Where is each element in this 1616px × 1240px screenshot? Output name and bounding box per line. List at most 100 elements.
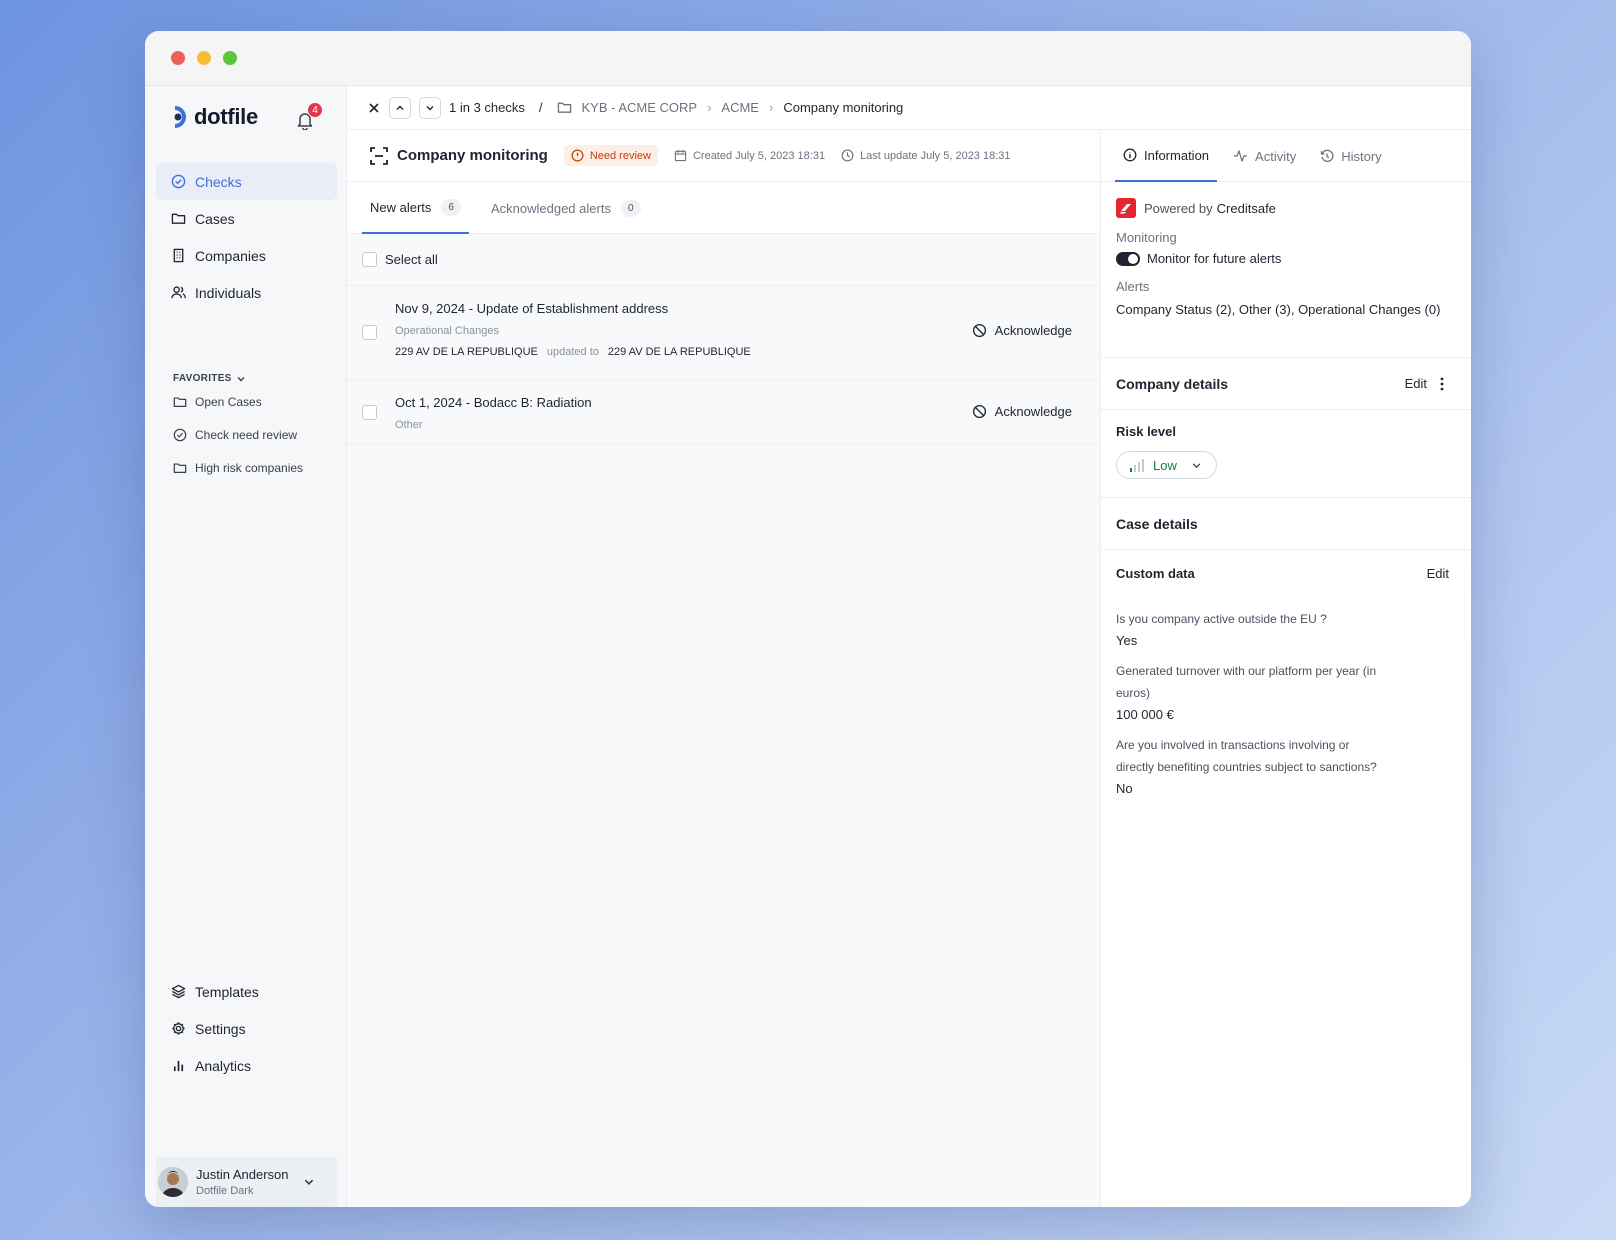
chevron-up-icon <box>396 105 404 110</box>
notifications-button[interactable]: 4 <box>295 102 323 132</box>
monitoring-label: Monitoring <box>1116 230 1177 245</box>
company-details-header: Company details Edit <box>1101 358 1471 410</box>
calendar-icon <box>674 149 687 162</box>
notification-count-badge: 4 <box>307 102 323 118</box>
favorites-toggle[interactable]: FAVORITES <box>173 373 246 384</box>
alert-checkbox[interactable] <box>362 325 377 340</box>
acknowledge-button[interactable]: Acknowledge <box>972 404 1072 419</box>
favorite-label: High risk companies <box>195 460 304 475</box>
nav-label: Settings <box>195 1020 246 1037</box>
user-menu[interactable]: Justin Anderson Dotfile Dark <box>156 1157 337 1207</box>
nav-item-analytics[interactable]: Analytics <box>156 1047 337 1084</box>
custom-data-list: Is you company active outside the EU ? Y… <box>1116 608 1406 800</box>
list-item: Nov 9, 2024 - Update of Establishment ad… <box>347 286 1100 380</box>
risk-level-select[interactable]: Low <box>1116 451 1217 479</box>
custom-data-question: Are you involved in transactions involvi… <box>1116 738 1377 774</box>
acknowledge-button[interactable]: Acknowledge <box>972 323 1072 338</box>
title-bar <box>145 31 1471 86</box>
alert-circle-icon <box>571 149 584 162</box>
maximize-window-button[interactable] <box>223 51 237 65</box>
company-details-title: Company details <box>1116 375 1229 392</box>
powered-name: Creditsafe <box>1216 200 1276 216</box>
breadcrumb-company[interactable]: ACME <box>721 100 759 115</box>
custom-data-question: Is you company active outside the EU ? <box>1116 612 1327 626</box>
favorites-title: FAVORITES <box>173 373 232 384</box>
nav-label: Cases <box>195 210 235 227</box>
risk-level-label: Risk level <box>1116 424 1176 439</box>
favorite-open-cases[interactable]: Open Cases <box>173 385 303 418</box>
close-window-button[interactable] <box>171 51 185 65</box>
case-details-header: Case details <box>1101 498 1471 550</box>
alert-change: 229 AV DE LA REPUBLIQUE updated to 229 A… <box>395 346 1100 358</box>
chevron-down-icon <box>304 1179 313 1185</box>
updated-text: Last update July 5, 2023 18:31 <box>860 149 1011 162</box>
chevron-down-icon <box>237 376 245 381</box>
select-all-row: Select all <box>347 234 1100 286</box>
bottom-nav: Templates Settings Analytics <box>156 973 337 1084</box>
nav-item-settings[interactable]: Settings <box>156 1010 337 1047</box>
favorite-label: Open Cases <box>195 394 262 409</box>
signal-bars-icon <box>1130 458 1144 472</box>
clock-icon <box>841 149 854 162</box>
next-check-button[interactable] <box>419 96 441 119</box>
main-area: 1 in 3 checks / KYB - ACME CORP › ACME ›… <box>347 86 1471 1207</box>
previous-check-button[interactable] <box>389 96 411 119</box>
folder-icon <box>171 213 186 224</box>
tab-history[interactable]: History <box>1312 130 1389 182</box>
tab-label: History <box>1341 148 1382 164</box>
nav-item-checks[interactable]: Checks <box>156 163 337 200</box>
creditsafe-logo-icon <box>1116 198 1136 218</box>
info-icon <box>1123 148 1137 162</box>
acknowledge-label: Acknowledge <box>994 323 1072 338</box>
nav-item-individuals[interactable]: Individuals <box>156 274 337 311</box>
nav-item-cases[interactable]: Cases <box>156 200 337 237</box>
custom-data-question: Generated turnover with our platform per… <box>1116 664 1377 700</box>
folder-icon <box>173 396 187 407</box>
alert-tabs: New alerts 6 Acknowledged alerts 0 <box>347 182 1100 234</box>
monitoring-toggle[interactable] <box>1116 251 1140 266</box>
brand-name: dotfile <box>194 104 258 129</box>
folder-icon <box>173 462 187 473</box>
custom-data-answer: 100 000 € <box>1116 707 1174 722</box>
bar-chart-icon <box>173 1060 184 1072</box>
more-vertical-icon[interactable] <box>1440 377 1444 391</box>
favorite-high-risk-companies[interactable]: High risk companies <box>173 451 303 484</box>
tab-count: 0 <box>620 199 641 217</box>
breadcrumb-slash: / <box>538 100 543 115</box>
favorites-list: Open Cases Check need review High risk c… <box>173 385 303 484</box>
brand[interactable]: dotfile <box>170 104 258 130</box>
tab-activity[interactable]: Activity <box>1225 130 1304 182</box>
case-details-title: Case details <box>1116 515 1198 532</box>
tab-label: Activity <box>1255 148 1297 164</box>
tab-label: New alerts <box>370 199 432 215</box>
alerts-label: Alerts <box>1116 279 1150 294</box>
chevron-down-icon <box>426 105 434 110</box>
edit-company-details-button[interactable]: Edit <box>1405 376 1427 391</box>
sidebar: dotfile 4 Checks Cases Companies Individ… <box>145 86 347 1207</box>
acknowledge-label: Acknowledge <box>994 404 1072 419</box>
gear-icon <box>172 1022 185 1035</box>
select-all-checkbox[interactable] <box>362 252 377 267</box>
main-nav: Checks Cases Companies Individuals <box>156 163 337 311</box>
check-circle-icon <box>171 174 186 189</box>
edit-custom-data-button[interactable]: Edit <box>1427 566 1449 581</box>
activity-icon <box>1234 150 1248 162</box>
check-position: 1 in 3 checks <box>449 100 525 115</box>
alert-old-value: 229 AV DE LA REPUBLIQUE <box>395 346 538 358</box>
tab-acknowledged-alerts[interactable]: Acknowledged alerts 0 <box>483 182 649 234</box>
custom-data-section: Custom data Edit Is you company active o… <box>1101 550 1471 800</box>
tab-new-alerts[interactable]: New alerts 6 <box>362 182 469 234</box>
nav-item-templates[interactable]: Templates <box>156 973 337 1010</box>
favorite-check-need-review[interactable]: Check need review <box>173 418 303 451</box>
nav-item-companies[interactable]: Companies <box>156 237 337 274</box>
tab-information[interactable]: Information <box>1115 130 1218 182</box>
list-item: Oct 1, 2024 - Bodacc B: Radiation Other … <box>347 380 1100 445</box>
breadcrumb: KYB - ACME CORP › ACME › Company monitor… <box>557 100 903 115</box>
breadcrumb-case[interactable]: KYB - ACME CORP <box>582 100 698 115</box>
nav-label: Analytics <box>195 1057 252 1074</box>
close-icon[interactable] <box>367 101 381 115</box>
custom-data-header: Custom data Edit <box>1116 564 1456 582</box>
tab-label: Acknowledged alerts <box>490 200 611 216</box>
alert-checkbox[interactable] <box>362 405 377 420</box>
minimize-window-button[interactable] <box>197 51 211 65</box>
